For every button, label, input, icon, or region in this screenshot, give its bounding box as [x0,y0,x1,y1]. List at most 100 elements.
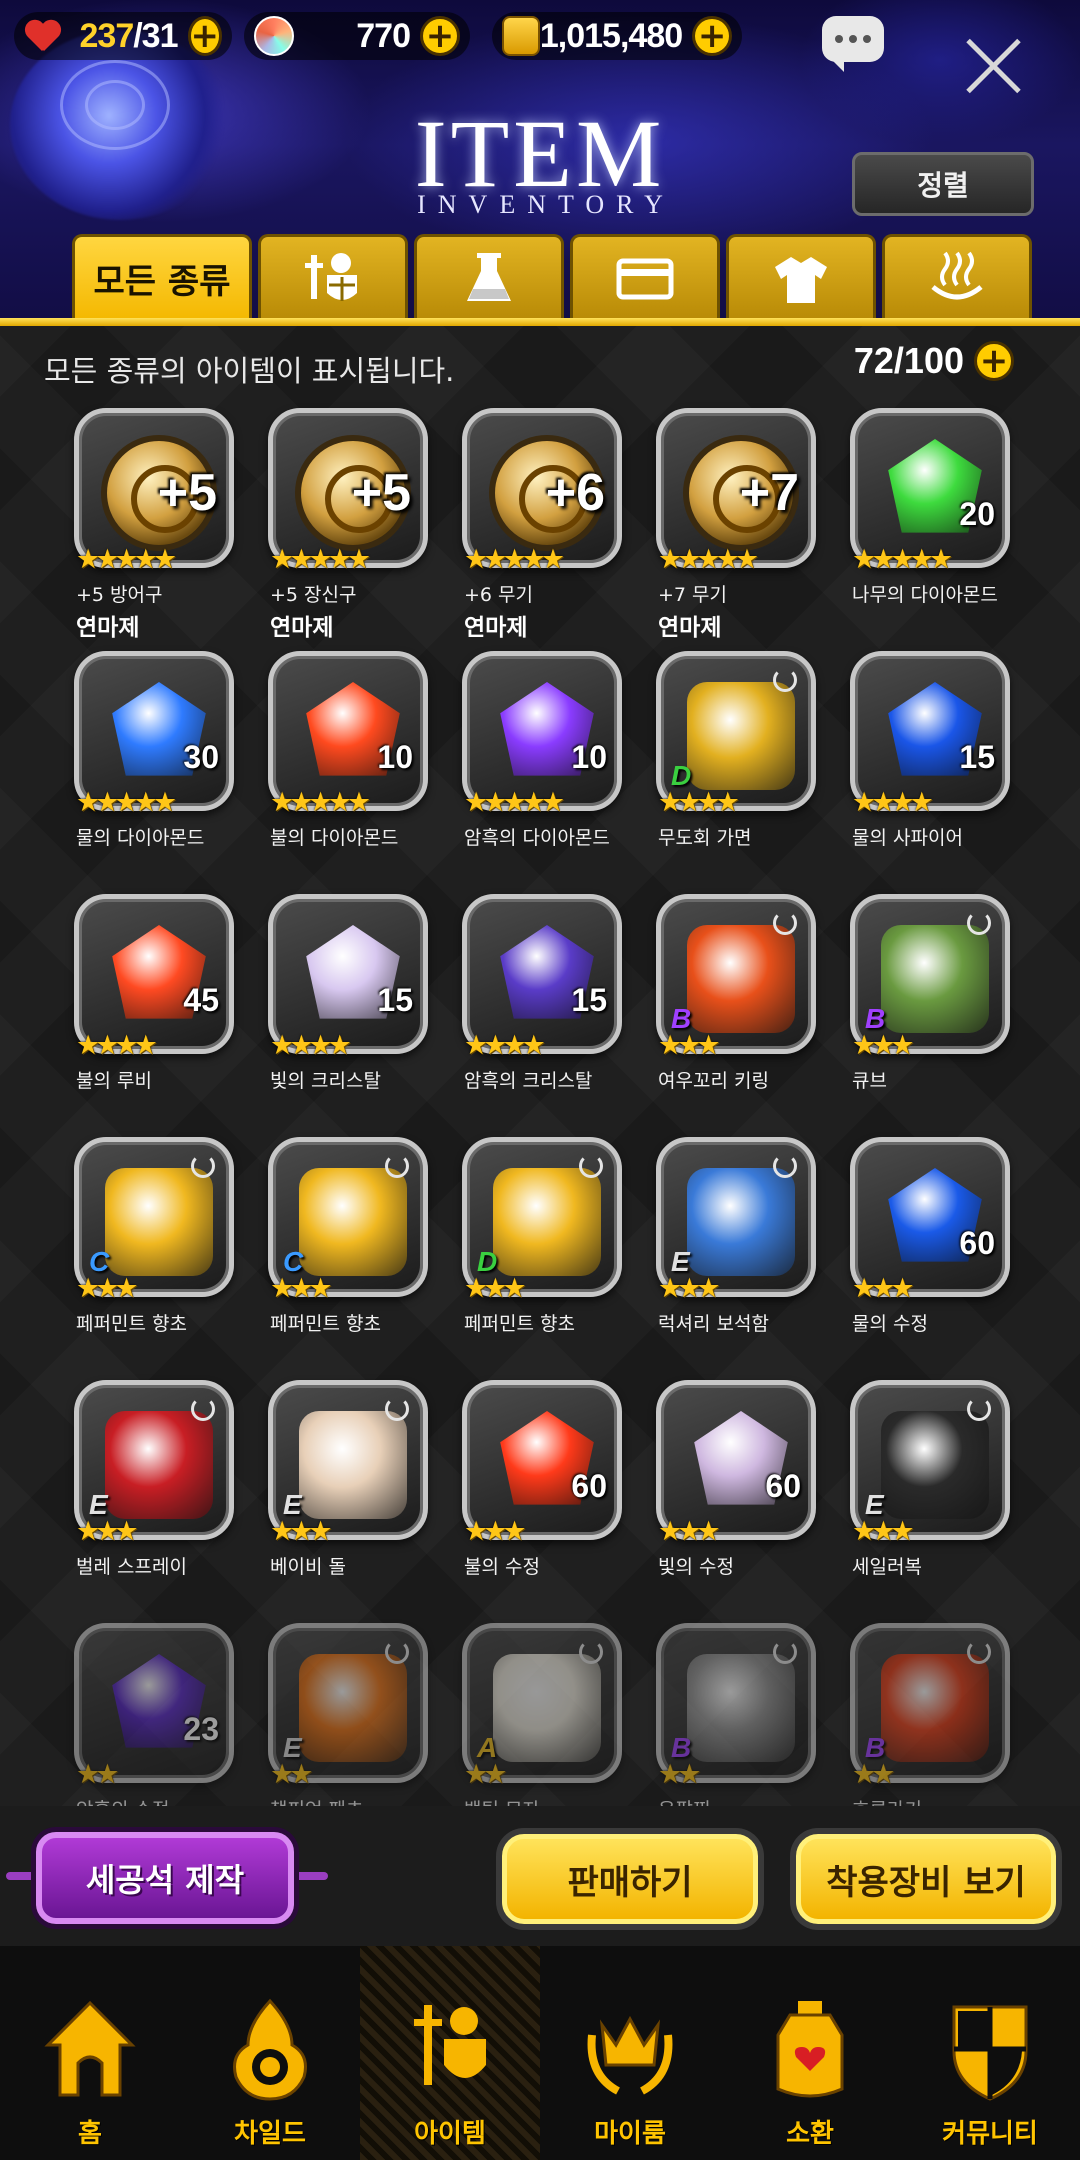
sort-button[interactable]: 정렬 [852,152,1034,216]
item-icon [105,1168,213,1276]
inventory-item[interactable]: 10 ★★★★★ 암흑의 다이아몬드 [458,651,632,881]
item-icon [299,1168,407,1276]
gold-counter: 1,015,480 + [492,12,742,60]
capacity-text: 72/100 [853,340,964,381]
nav-label: 마이룸 [594,2119,666,2149]
stamina-counter: 237/31 + [14,12,232,60]
inventory-item[interactable]: +7 ★★★★★ +7 무기 연마제 [652,408,826,641]
star-rating: ★★ [270,1759,313,1790]
inventory-item[interactable]: E ★★★ 베이비 돌 [264,1380,438,1610]
craft-gem-button[interactable]: 세공석 제작 [36,1832,294,1924]
inventory-item[interactable]: B ★★★ 큐브 [846,894,1020,1124]
inventory-item[interactable]: E ★★★ 럭셔리 보석함 [652,1137,826,1367]
refresh-icon [967,1640,991,1664]
tab-costume[interactable] [726,234,876,320]
home-icon [44,2000,136,2097]
item-icon [687,925,795,1033]
item-name: 페퍼민트 향초 [76,1313,187,1335]
nav-myroom[interactable]: 마이룸 [540,1946,720,2160]
item-name: +6 무기 [464,584,534,606]
item-icon [687,1168,795,1276]
star-rating: ★★★★ [658,787,740,818]
enhance-level: +6 [545,464,605,522]
item-count: 60 [959,1225,995,1261]
inventory-item[interactable]: E ★★★ 벌레 스프레이 [70,1380,244,1610]
add-gold-button[interactable]: + [692,16,732,56]
item-name: 럭셔리 보석함 [658,1313,769,1335]
star-rating: ★★★★★ [76,787,177,818]
nav-summon[interactable]: 소환 [720,1946,900,2160]
heart-icon [24,19,42,53]
inventory-item[interactable]: 10 ★★★★★ 불의 다이아몬드 [264,651,438,881]
inventory-item[interactable]: 60 ★★★ 빛의 수정 [652,1380,826,1610]
tab-hot-spring[interactable] [882,234,1032,320]
sell-button[interactable]: 판매하기 [502,1834,758,1924]
myroom-icon [587,2015,673,2095]
inventory-item[interactable]: 60 ★★★ 불의 수정 [458,1380,632,1610]
tab-consumables[interactable] [414,234,564,320]
refresh-icon [385,1397,409,1421]
nav-label: 소환 [786,2119,834,2149]
star-rating: ★★ [658,1759,701,1790]
inventory-item[interactable]: D ★★★ 페퍼민트 향초 [458,1137,632,1367]
item-count: 15 [959,739,995,775]
chat-icon[interactable] [822,16,884,72]
close-icon[interactable] [964,36,1024,96]
item-icon [414,2005,486,2085]
item-name: 페퍼민트 향초 [464,1313,575,1335]
card-icon [616,258,674,299]
inventory-item[interactable]: C ★★★ 페퍼민트 향초 [70,1137,244,1367]
child-icon [233,1998,307,2101]
inventory-item[interactable]: 30 ★★★★★ 물의 다이아몬드 [70,651,244,881]
item-count: 23 [183,1711,219,1747]
star-rating: ★★★ [658,1273,721,1304]
inventory-item[interactable]: C ★★★ 페퍼민트 향초 [264,1137,438,1367]
star-rating: ★★★★★ [464,787,565,818]
gold-coin-icon [502,16,540,56]
item-name: 큐브 [852,1070,887,1092]
refresh-icon [579,1640,603,1664]
inventory-item[interactable]: D ★★★★ 무도회 가면 [652,651,826,881]
inventory-item[interactable]: E ★★★ 세일러복 [846,1380,1020,1610]
item-icon [881,925,989,1033]
tab-all[interactable]: 모든 종류 [72,234,252,320]
item-name: +5 방어구 [76,584,163,606]
add-stamina-button[interactable]: + [187,16,222,56]
star-rating: ★★★★★ [658,544,759,575]
item-count: 60 [571,1468,607,1504]
inventory-item[interactable]: 15 ★★★★ 빛의 크리스탈 [264,894,438,1124]
tab-underline [0,318,1080,326]
nav-item[interactable]: 아이템 [360,1946,540,2160]
inventory-header: 237/31 + 770 + 1,015,480 + ITEM INVENTOR… [0,0,1080,322]
hot-spring-icon [931,251,983,299]
inventory-item[interactable]: +5 ★★★★★ +5 장신구 연마제 [264,408,438,641]
item-name: 물의 수정 [852,1313,928,1335]
inventory-item[interactable]: B ★★★ 여우꼬리 키링 [652,894,826,1124]
inventory-item[interactable]: 15 ★★★★ 물의 사파이어 [846,651,1020,881]
inventory-item[interactable]: 15 ★★★★ 암흑의 크리스탈 [458,894,632,1124]
star-rating: ★★★ [852,1516,915,1547]
refresh-icon [967,1397,991,1421]
nav-home[interactable]: 홈 [0,1946,180,2160]
tab-equipment[interactable] [258,234,408,320]
item-name: +5 장신구 [270,584,357,606]
nav-child[interactable]: 차일드 [180,1946,360,2160]
nav-label: 아이템 [414,2119,486,2149]
inventory-item[interactable]: 45 ★★★★ 불의 루비 [70,894,244,1124]
summon-icon [776,2001,844,2098]
nav-label: 커뮤니티 [942,2119,1038,2149]
add-gems-button[interactable]: + [420,16,460,56]
inventory-item[interactable]: +6 ★★★★★ +6 무기 연마제 [458,408,632,641]
view-equipped-button[interactable]: 착용장비 보기 [796,1834,1056,1924]
flask-icon [467,252,511,301]
star-rating: ★★★★★ [270,544,371,575]
expand-capacity-button[interactable]: + [974,341,1014,381]
item-name: 불의 루비 [76,1070,152,1092]
item-name: 베이비 돌 [270,1556,346,1578]
nav-community[interactable]: 커뮤니티 [900,1946,1080,2160]
tab-cards[interactable] [570,234,720,320]
inventory-item[interactable]: +5 ★★★★★ +5 방어구 연마제 [70,408,244,641]
inventory-item[interactable]: 60 ★★★ 물의 수정 [846,1137,1020,1367]
item-subtitle: 연마제 [270,615,334,641]
inventory-item[interactable]: 20 ★★★★★ 나무의 다이아몬드 [846,408,1020,638]
